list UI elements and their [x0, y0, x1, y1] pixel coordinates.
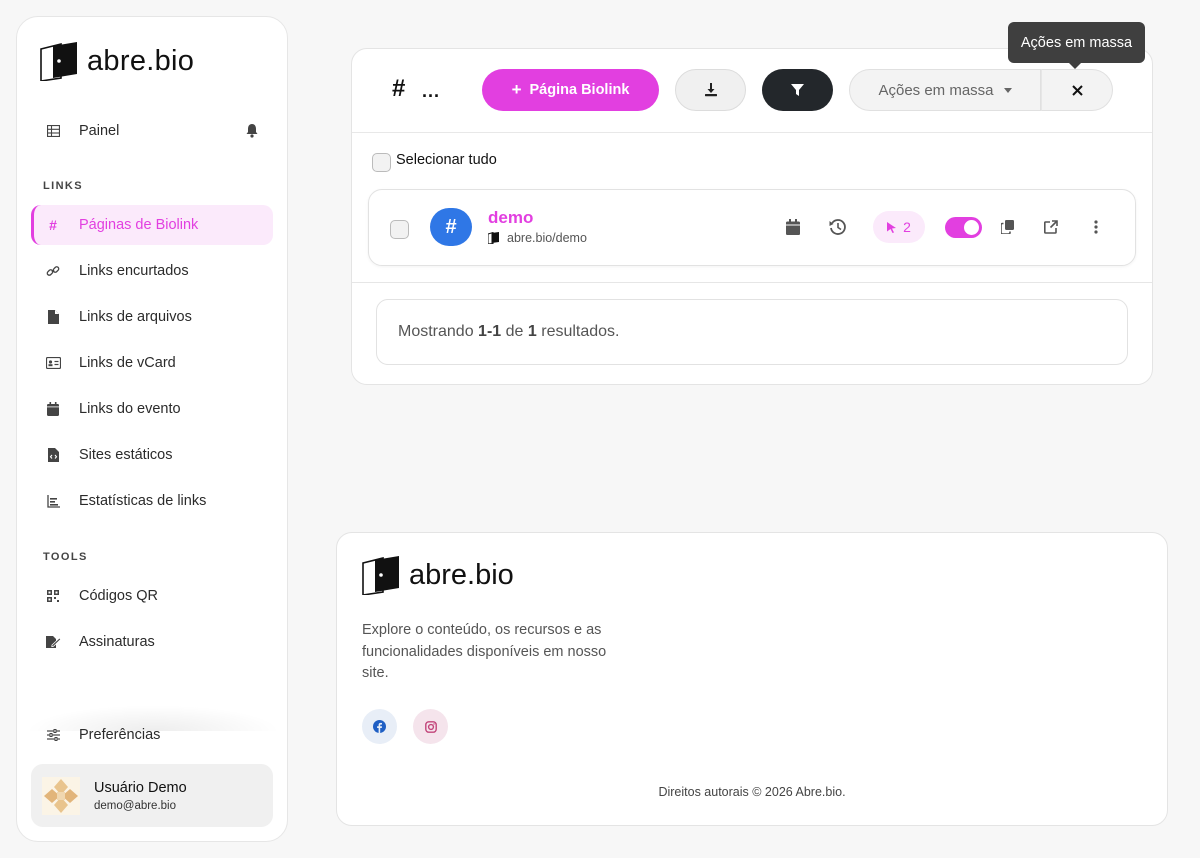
user-email: demo@abre.bio	[94, 799, 176, 812]
sidebar-item-label: Preferências	[79, 727, 161, 743]
filter-button[interactable]	[762, 69, 833, 111]
sidebar-item-label: Páginas de Biolink	[79, 217, 199, 233]
link-url[interactable]: abre.bio/demo	[488, 231, 587, 245]
link-name[interactable]: demo	[488, 208, 533, 228]
sidebar-item-preferences[interactable]: Preferências	[31, 715, 273, 755]
signature-icon	[45, 634, 61, 650]
title-dots: ...	[422, 81, 441, 101]
sidebar-item-vcard-links[interactable]: Links de vCard	[31, 343, 273, 383]
facebook-icon	[373, 720, 386, 733]
status-toggle[interactable]	[945, 217, 982, 238]
results-suffix: resultados.	[541, 323, 620, 340]
toggle-knob	[964, 220, 979, 235]
sidebar-item-label: Links do evento	[79, 401, 181, 417]
more-options-icon[interactable]	[1087, 218, 1105, 236]
sidebar-item-event-links[interactable]: Links do evento	[31, 389, 273, 429]
sidebar-item-static-sites[interactable]: Sites estáticos	[31, 435, 273, 475]
results-of: de	[505, 323, 524, 340]
results-total: 1	[527, 323, 537, 340]
hashtag-icon: #	[49, 217, 57, 233]
avatar	[42, 776, 80, 815]
sidebar-item-short-links[interactable]: Links encurtados	[31, 251, 273, 291]
footer-description: Explore o conteúdo, os recursos e as fun…	[362, 622, 607, 681]
plus-icon: +	[511, 80, 522, 99]
link-url-text: abre.bio/demo	[507, 231, 587, 245]
chart-icon	[45, 493, 61, 509]
sidebar-item-signatures[interactable]: Assinaturas	[31, 622, 273, 662]
qrcode-icon	[45, 588, 61, 604]
logo-mark-icon	[40, 42, 77, 81]
sidebar-item-dashboard[interactable]: Painel	[31, 111, 273, 151]
link-icon	[45, 263, 61, 279]
sidebar-item-link-stats[interactable]: Estatísticas de links	[31, 481, 273, 521]
export-button[interactable]	[675, 69, 746, 111]
footer-logo[interactable]: abre.bio	[361, 555, 514, 595]
mass-actions-tooltip: Ações em massa	[1008, 22, 1145, 69]
sidebar-item-file-links[interactable]: Links de arquivos	[31, 297, 273, 337]
footer-brand-name: abre.bio	[409, 558, 514, 591]
copy-icon[interactable]	[998, 218, 1016, 236]
instagram-icon	[424, 720, 437, 733]
select-all-checkbox[interactable]	[372, 153, 391, 172]
instagram-link[interactable]	[413, 709, 448, 744]
facebook-link[interactable]	[362, 709, 397, 744]
external-link-icon[interactable]	[1042, 218, 1060, 236]
calendar-icon	[45, 401, 61, 417]
row-checkbox[interactable]	[390, 220, 409, 239]
sidebar-item-label: Estatísticas de links	[79, 493, 207, 509]
tooltip-text: Ações em massa	[1020, 34, 1133, 51]
sidebar-item-label: Sites estáticos	[79, 447, 173, 463]
close-icon	[1071, 84, 1083, 96]
brand-name: abre.bio	[87, 44, 195, 77]
sliders-icon	[45, 727, 61, 743]
divider	[352, 282, 1152, 283]
id-card-icon	[45, 355, 61, 371]
mass-actions-dropdown[interactable]: Ações em massa	[849, 69, 1041, 111]
sidebar-item-label: Links de arquivos	[79, 309, 192, 325]
clicks-count: 2	[903, 219, 911, 235]
sidebar-item-label: Assinaturas	[79, 634, 155, 650]
user-card[interactable]: Usuário Demo demo@abre.bio	[31, 764, 273, 827]
download-icon	[704, 83, 717, 97]
tooltip-arrow	[1069, 63, 1081, 69]
select-all-label: Selecionar tudo	[396, 151, 497, 168]
history-icon[interactable]	[828, 218, 846, 236]
table-icon	[45, 123, 61, 139]
file-code-icon	[45, 447, 61, 463]
file-icon	[45, 309, 61, 325]
filter-icon	[791, 84, 804, 96]
new-biolink-page-label: Página Biolink	[529, 82, 630, 98]
logo-mark-icon	[362, 556, 399, 595]
copyright: Direitos autorais © 2026 Abre.bio.	[658, 785, 846, 799]
section-tools-label: TOOLS	[43, 551, 88, 563]
sidebar-item-label: Códigos QR	[79, 588, 158, 604]
footer: abre.bio Explore o conteúdo, os recursos…	[336, 532, 1168, 826]
mass-actions-label: Ações em massa	[878, 81, 994, 99]
sidebar-item-label: Painel	[79, 123, 120, 139]
results-range: 1-1	[478, 323, 502, 340]
sidebar: abre.bio Painel LINKS # Páginas de Bioli…	[16, 16, 288, 842]
door-icon	[488, 232, 499, 244]
biolink-pages-card: # ... + Página Biolink Ações em massa Se…	[351, 48, 1153, 385]
sidebar-item-label: Links encurtados	[79, 263, 189, 279]
results-summary: Mostrando 1-1 de 1 resultados.	[376, 299, 1128, 365]
user-name: Usuário Demo	[94, 779, 187, 796]
sidebar-item-label: Links de vCard	[79, 355, 176, 371]
results-prefix: Mostrando	[398, 323, 474, 340]
pointer-icon	[887, 221, 897, 233]
close-mass-actions-button[interactable]	[1041, 69, 1113, 111]
caret-down-icon	[1003, 87, 1012, 93]
bell-icon[interactable]	[245, 123, 261, 139]
select-all[interactable]: Selecionar tudo	[372, 151, 497, 172]
biolink-badge-icon: #	[430, 208, 472, 246]
calendar-icon[interactable]	[784, 218, 802, 236]
list-item: # demo abre.bio/demo 2	[368, 189, 1136, 266]
sidebar-item-biolink-pages[interactable]: # Páginas de Biolink	[31, 205, 273, 245]
page-title: #	[392, 75, 406, 102]
sidebar-item-qr-codes[interactable]: Códigos QR	[31, 576, 273, 616]
section-links-label: LINKS	[43, 180, 83, 192]
new-biolink-page-button[interactable]: + Página Biolink	[482, 69, 659, 111]
brand-logo[interactable]: abre.bio	[39, 41, 194, 81]
clicks-count-badge[interactable]: 2	[873, 211, 925, 243]
